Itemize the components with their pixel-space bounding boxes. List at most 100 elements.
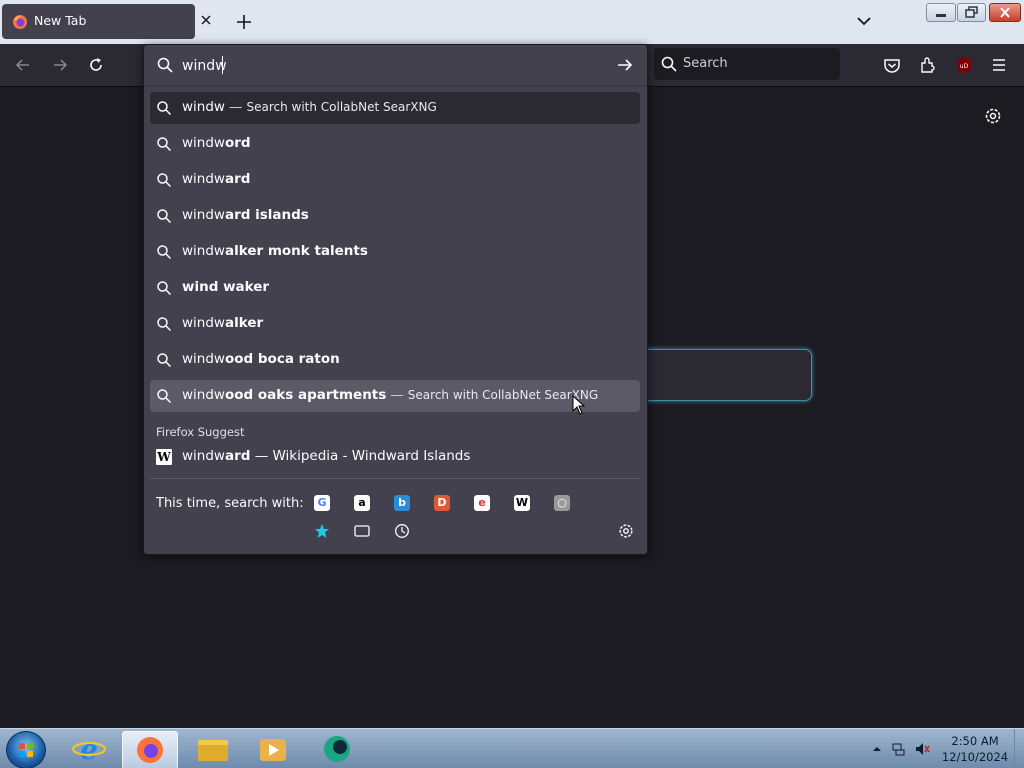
hamburger-menu-icon[interactable] (990, 56, 1008, 74)
restore-button[interactable] (957, 3, 986, 22)
show-desktop-button[interactable] (1014, 729, 1024, 768)
suggestion-plain: windw (182, 171, 225, 187)
searx-icon[interactable]: ○ (554, 495, 570, 511)
mouse-cursor-icon (572, 395, 586, 415)
network-icon[interactable] (890, 741, 906, 757)
explorer-folder-icon (198, 740, 228, 761)
suggestion-wikipedia[interactable]: W windward — Wikipedia - Windward Island… (150, 441, 640, 473)
pocket-icon[interactable] (883, 56, 901, 74)
search-icon (157, 137, 172, 152)
tab-new-tab[interactable]: New Tab (2, 4, 195, 39)
suggestion-bold: ood boca raton (224, 351, 340, 367)
taskbar-media-player[interactable] (246, 731, 300, 767)
new-tab-plus-icon[interactable] (234, 12, 254, 32)
chevron-down-icon[interactable] (855, 14, 873, 28)
app-icon (324, 736, 350, 762)
media-player-icon (260, 739, 286, 761)
taskbar-firefox[interactable] (122, 731, 178, 768)
svg-text:uD: uD (960, 63, 969, 70)
search-icon (157, 245, 172, 260)
search-icon (157, 281, 172, 296)
suggestion-plain: windw (182, 387, 225, 403)
tray-chevron-up-icon[interactable] (869, 741, 885, 757)
tray-date: 12/10/2024 (941, 750, 1009, 764)
amazon-icon[interactable]: a (354, 495, 370, 511)
close-icon (1000, 7, 1010, 18)
search-icon (157, 389, 172, 404)
suggestion-plain: windw (182, 99, 225, 115)
suggestion-bold: ood oaks apartments (224, 387, 387, 403)
suggestion-row[interactable]: windwalker (150, 308, 640, 340)
firefox-icon (13, 15, 27, 29)
suggestion-plain: windw (182, 315, 225, 331)
suggestion-row[interactable]: wind waker (150, 272, 640, 304)
suggestion-bold: ord (224, 135, 251, 151)
gear-icon[interactable] (617, 522, 635, 540)
suggestion-row[interactable]: windwood oaks apartments — Search with Col… (150, 380, 640, 412)
ebay-icon[interactable]: e (474, 495, 490, 511)
suggestion-bold: ard islands (224, 207, 309, 223)
search-input[interactable]: Search (654, 48, 840, 80)
search-icon (157, 317, 172, 332)
page-search-box[interactable] (630, 349, 812, 401)
tab-strip: New Tab (0, 0, 1024, 44)
extensions-puzzle-icon[interactable] (919, 56, 937, 74)
windows-logo-icon (19, 743, 33, 757)
suggestion-suffix: Search with CollabNet SearXNG (407, 388, 599, 402)
close-icon[interactable] (199, 13, 213, 27)
windows-taskbar: e 2:50 AM 12/10/2024 (0, 728, 1024, 768)
suggestion-row[interactable]: windword (150, 128, 640, 160)
wiki-bold: ard (224, 448, 251, 464)
wikipedia-icon: W (156, 449, 172, 465)
google-icon[interactable]: G (314, 495, 330, 511)
suggestion-row[interactable]: windward islands (150, 200, 640, 232)
history-clock-icon[interactable] (394, 523, 410, 539)
suggestion-plain: windw (182, 207, 225, 223)
reload-icon[interactable] (87, 56, 105, 74)
window-close-button[interactable] (989, 3, 1021, 22)
search-icon (661, 56, 677, 72)
search-icon (157, 209, 172, 224)
minimize-button[interactable] (926, 3, 956, 22)
suggestion-row[interactable]: windw — Search with CollabNet SearXNG (150, 92, 640, 124)
suggestion-suffix: Search with CollabNet SearXNG (246, 100, 437, 114)
start-button[interactable] (6, 731, 46, 768)
forward-arrow-icon[interactable] (51, 56, 69, 74)
ie-icon: e (72, 733, 106, 766)
suggestion-row[interactable]: windwood boca raton (150, 344, 640, 376)
suggestion-bold: wind waker (182, 279, 270, 295)
taskbar-ie[interactable]: e (62, 731, 116, 767)
urlbar-dropdown: windw windw — Search with CollabNet SearXN… (143, 44, 648, 555)
tab-title: New Tab (34, 13, 87, 28)
minimize-icon (936, 14, 946, 17)
suggestion-bold: alker monk talents (224, 243, 368, 259)
tray-clock[interactable]: 2:50 AM 12/10/2024 (935, 733, 1015, 765)
urlbar-input[interactable]: windw (144, 45, 647, 86)
volume-muted-icon[interactable] (914, 741, 930, 757)
go-arrow-icon[interactable] (616, 56, 634, 74)
duckduckgo-icon[interactable]: D (434, 495, 450, 511)
wiki-rest: — Wikipedia - Windward Islands (250, 448, 471, 464)
em-dash: — (390, 387, 404, 403)
search-icon (157, 101, 172, 116)
gear-icon[interactable] (983, 106, 1003, 126)
wikipedia-icon[interactable]: W (514, 495, 530, 511)
taskbar-app[interactable] (310, 731, 364, 767)
suggestion-plain: windw (182, 243, 225, 259)
wiki-plain: windw (182, 448, 225, 464)
bookmarks-star-icon[interactable] (314, 523, 330, 539)
urlbar-value: windw (182, 58, 227, 74)
ublock-origin-icon[interactable]: uD (955, 56, 973, 74)
tabs-icon[interactable] (354, 523, 370, 539)
suggestion-plain: windw (182, 135, 225, 151)
back-arrow-icon[interactable] (14, 56, 32, 74)
suggestion-bold: alker (224, 315, 264, 331)
bing-icon[interactable]: b (394, 495, 410, 511)
suggestion-row[interactable]: windwalker monk talents (150, 236, 640, 268)
taskbar-explorer[interactable] (186, 731, 240, 767)
search-icon (157, 173, 172, 188)
search-with-label: This time, search with: (156, 496, 304, 511)
firefox-icon (137, 737, 163, 763)
suggestion-row[interactable]: windward (150, 164, 640, 196)
em-dash: — (228, 99, 243, 115)
